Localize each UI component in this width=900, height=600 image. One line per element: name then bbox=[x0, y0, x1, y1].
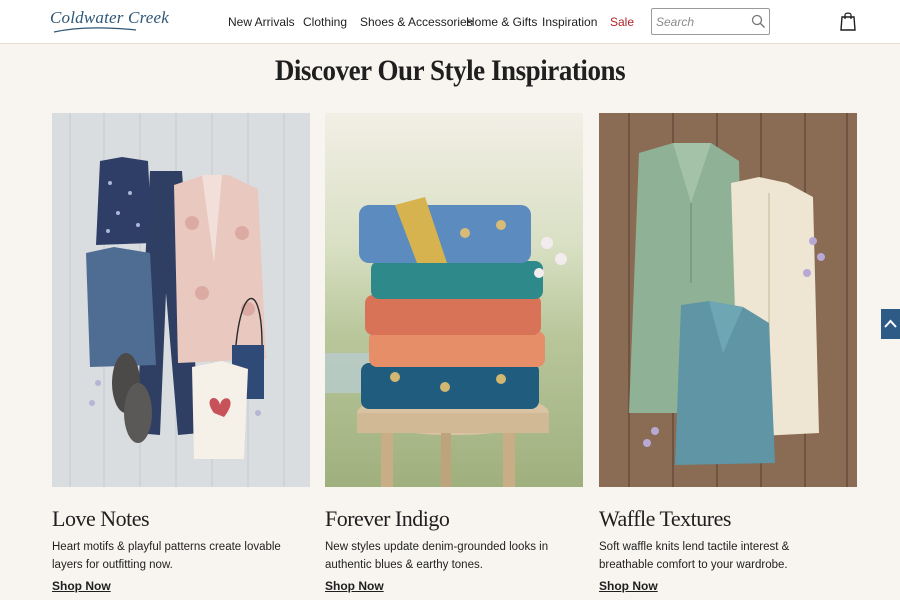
waffle-textures-photo bbox=[599, 113, 857, 487]
search-box bbox=[651, 8, 770, 35]
forever-indigo-photo bbox=[325, 113, 583, 487]
shop-now-link[interactable]: Shop Now bbox=[599, 579, 658, 593]
card-description: Heart motifs & playful patterns create l… bbox=[52, 541, 281, 571]
shop-now-link[interactable]: Shop Now bbox=[325, 579, 384, 593]
shop-now-link[interactable]: Shop Now bbox=[52, 579, 111, 593]
nav-sale[interactable]: Sale bbox=[610, 15, 634, 29]
card-description: New styles update denim-grounded looks i… bbox=[325, 541, 549, 571]
card-image-forever-indigo[interactable] bbox=[325, 113, 583, 487]
card-title: Love Notes bbox=[52, 506, 150, 531]
search-icon[interactable] bbox=[751, 14, 766, 29]
nav-shoes-accessories[interactable]: Shoes & Accessories bbox=[360, 15, 473, 29]
nav-new-arrivals[interactable]: New Arrivals bbox=[228, 15, 295, 29]
card-title: Forever Indigo bbox=[325, 506, 450, 531]
back-to-top-button[interactable] bbox=[881, 309, 900, 339]
love-notes-photo bbox=[52, 113, 310, 487]
card-image-love-notes[interactable] bbox=[52, 113, 310, 487]
chevron-up-icon bbox=[884, 319, 897, 328]
logo-swoosh-icon bbox=[53, 27, 137, 33]
card-title: Waffle Textures bbox=[599, 506, 731, 531]
card-image-waffle-textures[interactable] bbox=[599, 113, 857, 487]
search-input[interactable] bbox=[656, 13, 746, 31]
nav-home-gifts[interactable]: Home & Gifts bbox=[466, 15, 537, 29]
page-title: Discover Our Style Inspirations bbox=[274, 54, 626, 87]
card-description: Soft waffle knits lend tactile interest … bbox=[599, 541, 790, 571]
shopping-bag-icon[interactable] bbox=[840, 11, 856, 31]
nav-inspiration[interactable]: Inspiration bbox=[542, 15, 597, 29]
site-logo[interactable]: Coldwater Creek bbox=[50, 8, 169, 28]
site-header: Coldwater Creek New Arrivals Clothing Sh… bbox=[0, 0, 900, 44]
nav-clothing[interactable]: Clothing bbox=[303, 15, 347, 29]
